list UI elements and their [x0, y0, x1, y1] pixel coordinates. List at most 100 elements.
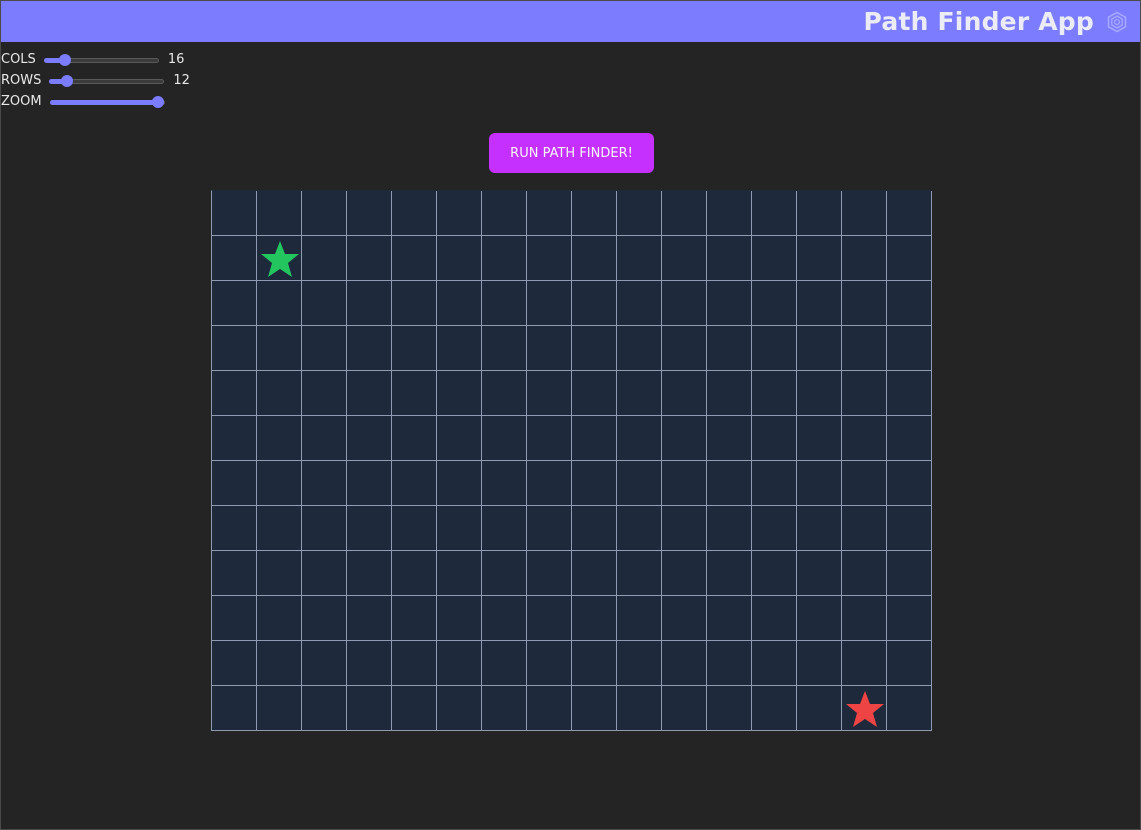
grid-cell[interactable] — [707, 551, 752, 596]
grid-cell[interactable] — [257, 506, 302, 551]
grid-cell[interactable] — [437, 551, 482, 596]
grid-cell[interactable] — [482, 506, 527, 551]
grid-cell[interactable] — [572, 281, 617, 326]
grid-cell[interactable] — [887, 326, 932, 371]
grid-cell[interactable] — [437, 371, 482, 416]
grid-cell[interactable] — [212, 326, 257, 371]
grid-cell[interactable] — [707, 596, 752, 641]
grid-cell[interactable] — [842, 236, 887, 281]
grid-cell[interactable] — [257, 461, 302, 506]
grid-cell[interactable] — [617, 281, 662, 326]
grid-cell[interactable] — [437, 236, 482, 281]
grid-cell[interactable] — [347, 596, 392, 641]
grid-cell[interactable] — [482, 551, 527, 596]
grid-cell[interactable] — [617, 596, 662, 641]
grid-cell[interactable] — [707, 506, 752, 551]
grid-cell[interactable] — [797, 461, 842, 506]
grid-cell[interactable] — [302, 686, 347, 731]
grid-cell[interactable] — [617, 686, 662, 731]
grid-cell[interactable] — [842, 191, 887, 236]
grid-cell[interactable] — [302, 596, 347, 641]
grid-cell[interactable] — [212, 506, 257, 551]
grid-cell[interactable] — [662, 236, 707, 281]
grid-cell[interactable] — [437, 191, 482, 236]
grid-cell[interactable] — [797, 191, 842, 236]
grid-cell[interactable] — [437, 416, 482, 461]
grid-cell[interactable] — [437, 326, 482, 371]
grid-cell[interactable] — [797, 371, 842, 416]
grid-cell[interactable] — [842, 371, 887, 416]
grid-cell[interactable] — [527, 596, 572, 641]
grid-cell[interactable] — [752, 551, 797, 596]
grid-cell[interactable] — [707, 416, 752, 461]
grid-cell[interactable] — [662, 551, 707, 596]
grid-cell[interactable] — [572, 326, 617, 371]
grid-cell[interactable] — [527, 236, 572, 281]
grid-cell[interactable] — [662, 596, 707, 641]
grid-cell[interactable] — [257, 686, 302, 731]
grid-cell[interactable] — [842, 506, 887, 551]
grid-cell[interactable] — [302, 506, 347, 551]
grid-cell[interactable] — [572, 191, 617, 236]
grid-cell[interactable] — [887, 641, 932, 686]
grid-cell[interactable] — [662, 641, 707, 686]
grid-cell[interactable] — [347, 506, 392, 551]
grid-cell[interactable] — [617, 551, 662, 596]
grid-cell[interactable] — [392, 506, 437, 551]
start-star-icon[interactable] — [257, 236, 302, 281]
grid-cell[interactable] — [572, 371, 617, 416]
grid-cell[interactable] — [842, 326, 887, 371]
grid-cell[interactable] — [302, 461, 347, 506]
grid-cell[interactable] — [797, 416, 842, 461]
grid-cell[interactable] — [842, 551, 887, 596]
grid-cell[interactable] — [347, 686, 392, 731]
grid-cell[interactable] — [212, 371, 257, 416]
grid-cell[interactable] — [392, 416, 437, 461]
grid-cell[interactable] — [482, 641, 527, 686]
grid-cell[interactable] — [662, 371, 707, 416]
grid-cell[interactable] — [527, 641, 572, 686]
grid-cell[interactable] — [617, 236, 662, 281]
grid-cell[interactable] — [887, 551, 932, 596]
grid-cell[interactable] — [617, 371, 662, 416]
grid-cell[interactable] — [527, 326, 572, 371]
grid-cell[interactable] — [527, 191, 572, 236]
grid-cell[interactable] — [707, 686, 752, 731]
grid-cell[interactable] — [257, 551, 302, 596]
grid-cell[interactable] — [392, 551, 437, 596]
grid-cell[interactable] — [617, 326, 662, 371]
grid-cell[interactable] — [392, 686, 437, 731]
grid-cell[interactable] — [797, 596, 842, 641]
grid-cell[interactable] — [662, 416, 707, 461]
grid-cell[interactable] — [887, 371, 932, 416]
grid-cell[interactable] — [482, 236, 527, 281]
grid-cell[interactable] — [347, 551, 392, 596]
grid-cell[interactable] — [617, 191, 662, 236]
grid-cell[interactable] — [887, 416, 932, 461]
grid-cell[interactable] — [572, 506, 617, 551]
run-path-finder-button[interactable]: RUN PATH FINDER! — [489, 133, 654, 173]
grid-cell[interactable] — [572, 236, 617, 281]
grid-cell[interactable] — [347, 326, 392, 371]
grid-cell[interactable] — [527, 416, 572, 461]
grid-cell[interactable] — [347, 371, 392, 416]
grid-cell[interactable] — [662, 686, 707, 731]
grid-cell[interactable] — [797, 506, 842, 551]
grid-cell[interactable] — [437, 596, 482, 641]
grid-cell[interactable] — [212, 281, 257, 326]
grid-cell[interactable] — [302, 641, 347, 686]
grid-cell[interactable] — [752, 686, 797, 731]
grid-cell[interactable] — [887, 686, 932, 731]
grid-cell[interactable] — [482, 281, 527, 326]
grid-cell[interactable] — [707, 236, 752, 281]
end-star-icon[interactable] — [842, 686, 887, 731]
grid-cell[interactable] — [302, 281, 347, 326]
rows-slider[interactable] — [49, 74, 165, 88]
grid-cell[interactable] — [842, 281, 887, 326]
cols-slider[interactable] — [43, 53, 159, 67]
grid-cell[interactable] — [392, 281, 437, 326]
grid-cell[interactable] — [752, 596, 797, 641]
grid-cell[interactable] — [347, 191, 392, 236]
grid-cell[interactable] — [572, 416, 617, 461]
grid-cell[interactable] — [257, 596, 302, 641]
